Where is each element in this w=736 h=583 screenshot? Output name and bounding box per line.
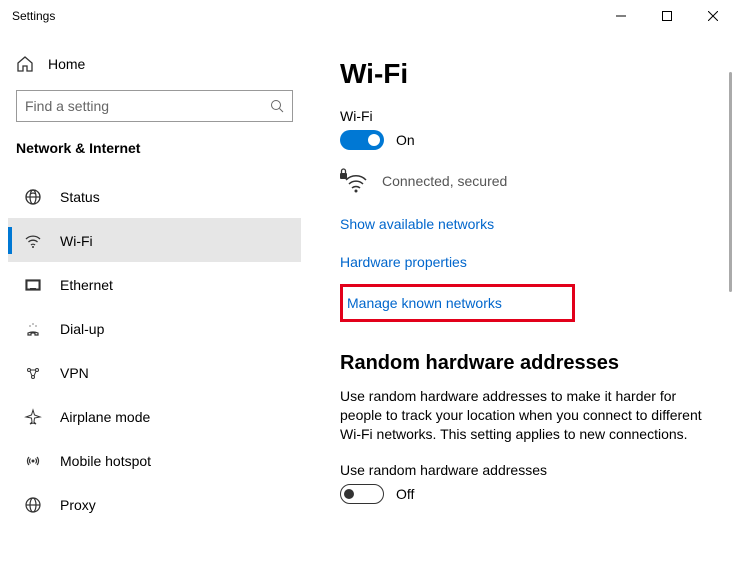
sidebar-item-label: VPN xyxy=(60,365,89,381)
manage-known-networks-link[interactable]: Manage known networks xyxy=(347,295,502,311)
connection-status-text: Connected, secured xyxy=(382,173,507,189)
wifi-toggle[interactable] xyxy=(340,130,384,150)
random-toggle-label: Use random hardware addresses xyxy=(340,462,708,478)
search-icon xyxy=(270,99,284,113)
vpn-icon xyxy=(24,364,42,382)
sidebar-item-label: Dial-up xyxy=(60,321,104,337)
sidebar: Home Find a setting Network & Internet S… xyxy=(0,32,312,583)
sidebar-item-wifi[interactable]: Wi-Fi xyxy=(8,218,301,262)
wifi-icon xyxy=(24,232,42,250)
random-addresses-toggle[interactable] xyxy=(340,484,384,504)
home-icon xyxy=(16,55,34,73)
wifi-status: Connected, secured xyxy=(340,168,708,194)
page-title: Wi-Fi xyxy=(340,58,708,90)
maximize-button[interactable] xyxy=(644,0,690,32)
close-button[interactable] xyxy=(690,0,736,32)
dialup-icon xyxy=(24,320,42,338)
proxy-icon xyxy=(24,496,42,514)
minimize-button[interactable] xyxy=(598,0,644,32)
wifi-label: Wi-Fi xyxy=(340,108,708,124)
home-nav[interactable]: Home xyxy=(8,42,301,86)
hotspot-icon xyxy=(24,452,42,470)
sidebar-item-hotspot[interactable]: Mobile hotspot xyxy=(8,438,301,482)
main-panel: Wi-Fi Wi-Fi On Connected, secured Show a… xyxy=(312,32,736,583)
sidebar-item-proxy[interactable]: Proxy xyxy=(8,482,301,526)
sidebar-item-label: Proxy xyxy=(60,497,96,513)
highlight-box: Manage known networks xyxy=(340,284,575,322)
random-addresses-description: Use random hardware addresses to make it… xyxy=(340,387,708,444)
sidebar-item-status[interactable]: Status xyxy=(8,174,301,218)
section-header: Network & Internet xyxy=(8,122,301,168)
sidebar-item-label: Mobile hotspot xyxy=(60,453,151,469)
sidebar-item-label: Ethernet xyxy=(60,277,113,293)
ethernet-icon xyxy=(24,276,42,294)
scrollbar[interactable] xyxy=(729,72,732,292)
window-title: Settings xyxy=(12,9,55,23)
window-controls xyxy=(598,0,736,32)
sidebar-item-label: Status xyxy=(60,189,100,205)
nav-list: Status Wi-Fi Ethernet xyxy=(8,174,301,526)
sidebar-item-airplane[interactable]: Airplane mode xyxy=(8,394,301,438)
sidebar-item-label: Wi-Fi xyxy=(60,233,93,249)
wifi-secured-icon xyxy=(340,168,368,194)
status-icon xyxy=(24,188,42,206)
search-input[interactable]: Find a setting xyxy=(16,90,293,122)
search-placeholder: Find a setting xyxy=(25,98,109,114)
hardware-properties-link[interactable]: Hardware properties xyxy=(340,254,467,270)
sidebar-item-vpn[interactable]: VPN xyxy=(8,350,301,394)
show-available-networks-link[interactable]: Show available networks xyxy=(340,216,494,232)
random-addresses-header: Random hardware addresses xyxy=(340,352,708,375)
sidebar-item-label: Airplane mode xyxy=(60,409,150,425)
titlebar: Settings xyxy=(0,0,736,32)
sidebar-item-ethernet[interactable]: Ethernet xyxy=(8,262,301,306)
airplane-icon xyxy=(24,408,42,426)
wifi-toggle-state: On xyxy=(396,132,415,148)
sidebar-item-dialup[interactable]: Dial-up xyxy=(8,306,301,350)
random-toggle-state: Off xyxy=(396,486,414,502)
home-label: Home xyxy=(48,56,85,72)
